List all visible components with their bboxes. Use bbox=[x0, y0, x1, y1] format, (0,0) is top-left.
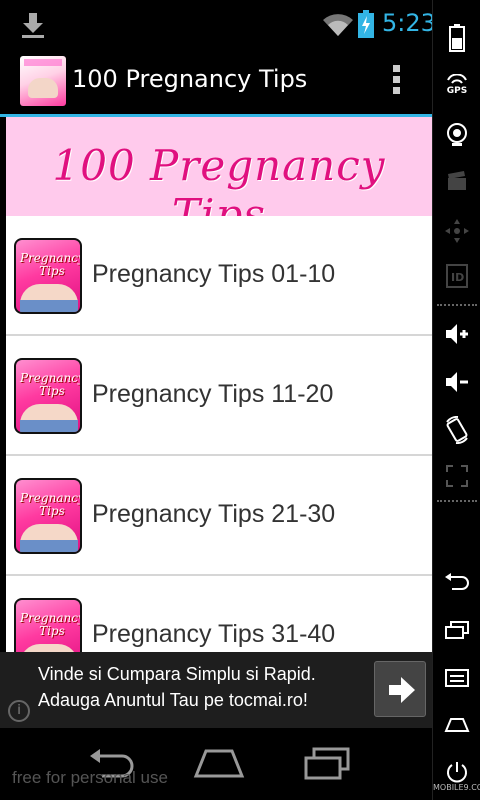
gps-icon[interactable] bbox=[446, 74, 468, 86]
phone-screen: 5:23 100 Pregnancy Tips 100 Pregnancy Ti… bbox=[0, 0, 480, 800]
arrow-right-icon bbox=[389, 677, 415, 703]
id-icon[interactable]: ID bbox=[446, 264, 468, 288]
fullscreen-icon[interactable] bbox=[445, 464, 469, 488]
recent-apps-icon[interactable] bbox=[302, 746, 354, 780]
power-icon[interactable] bbox=[445, 760, 469, 784]
video-clapper-icon[interactable] bbox=[446, 170, 468, 192]
wifi-icon bbox=[323, 14, 353, 37]
back-icon[interactable] bbox=[444, 572, 470, 592]
ad-text-line2: Adauga Anuntul Tau pe tocmai.ro! bbox=[38, 690, 308, 710]
list-item-label: Pregnancy Tips 21-30 bbox=[92, 500, 336, 528]
thumb-caption: Tips bbox=[39, 264, 65, 278]
list-item[interactable]: Pregnancy Tips Pregnancy Tips 31-40 bbox=[6, 576, 432, 652]
list-item-label: Pregnancy Tips 11-20 bbox=[92, 380, 334, 408]
download-icon bbox=[22, 13, 44, 38]
battery-icon bbox=[449, 24, 465, 52]
recent-apps-icon[interactable] bbox=[444, 620, 470, 640]
svg-text:ID: ID bbox=[451, 271, 464, 284]
overflow-menu-icon[interactable] bbox=[384, 62, 408, 102]
navigation-bar: free for personal use bbox=[0, 728, 432, 800]
rotate-screen-icon[interactable] bbox=[444, 416, 470, 444]
main-content: 100 Pregnancy Tips Pregnancy Tips Pregna… bbox=[6, 117, 432, 652]
status-bar: 5:23 bbox=[0, 0, 436, 48]
thumb-caption: Tips bbox=[39, 624, 65, 638]
thumb-caption: Pregnancy bbox=[20, 251, 80, 265]
app-title: 100 Pregnancy Tips bbox=[72, 65, 308, 93]
battery-charging-icon bbox=[358, 10, 374, 38]
thumb-caption: Pregnancy bbox=[20, 611, 80, 625]
ad-banner[interactable]: Vinde si Cumpara Simplu si Rapid. Adauga… bbox=[0, 652, 432, 728]
watermark-text: free for personal use bbox=[12, 768, 168, 787]
list-item-label: Pregnancy Tips 01-10 bbox=[92, 260, 336, 288]
tips-thumbnail: Pregnancy Tips bbox=[14, 238, 82, 314]
thumb-caption: Tips bbox=[39, 384, 65, 398]
thumb-caption: Pregnancy bbox=[20, 371, 80, 385]
list-item[interactable]: Pregnancy Tips Pregnancy Tips 01-10 bbox=[6, 216, 432, 336]
list-item[interactable]: Pregnancy Tips Pregnancy Tips 11-20 bbox=[6, 336, 432, 456]
header-banner: 100 Pregnancy Tips bbox=[6, 117, 432, 239]
tips-thumbnail: Pregnancy Tips bbox=[14, 598, 82, 652]
gps-label: GPS bbox=[446, 86, 468, 96]
emulator-side-panel: GPS ID bbox=[432, 0, 480, 800]
dpad-icon[interactable] bbox=[444, 218, 470, 244]
mobile9-watermark: MOBILE9.COM bbox=[433, 783, 480, 792]
thumb-caption: Pregnancy bbox=[20, 491, 80, 505]
tips-thumbnail: Pregnancy Tips bbox=[14, 478, 82, 554]
info-icon[interactable]: i bbox=[8, 700, 30, 722]
camera-icon[interactable] bbox=[446, 122, 468, 148]
status-time: 5:23 bbox=[382, 9, 436, 37]
ad-text-line1: Vinde si Cumpara Simplu si Rapid. bbox=[38, 664, 316, 684]
list-item[interactable]: Pregnancy Tips Pregnancy Tips 21-30 bbox=[6, 456, 432, 576]
menu-icon[interactable] bbox=[444, 668, 470, 688]
volume-down-icon[interactable] bbox=[444, 370, 470, 394]
volume-up-icon[interactable] bbox=[444, 322, 470, 346]
action-bar: 100 Pregnancy Tips bbox=[0, 48, 432, 114]
thumb-caption: Tips bbox=[39, 504, 65, 518]
home-icon[interactable] bbox=[444, 716, 470, 734]
list-item-label: Pregnancy Tips 31-40 bbox=[92, 620, 336, 648]
ad-arrow-button[interactable] bbox=[374, 661, 426, 717]
app-logo-icon[interactable] bbox=[20, 56, 66, 106]
home-icon[interactable] bbox=[193, 746, 245, 780]
tips-thumbnail: Pregnancy Tips bbox=[14, 358, 82, 434]
